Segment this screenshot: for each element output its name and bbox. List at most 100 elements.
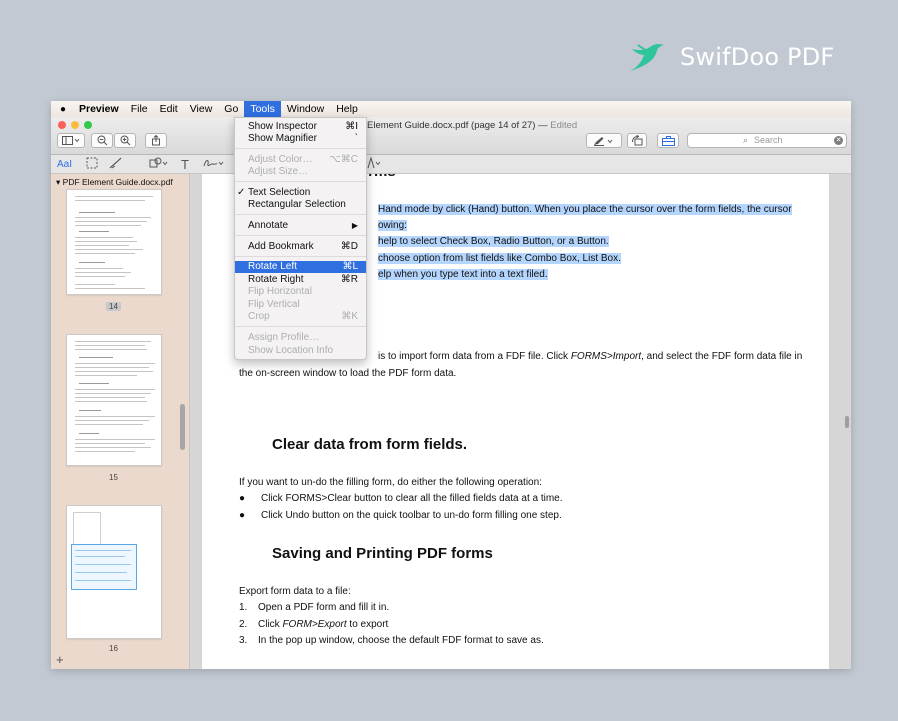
bullet-mark-1: ● bbox=[239, 493, 246, 504]
markup-toolbar-button[interactable] bbox=[586, 133, 622, 148]
menu-rotate-right[interactable]: Rotate Right ⌘R bbox=[235, 274, 366, 286]
sidebar-icon bbox=[62, 136, 80, 145]
font-style-icon[interactable] bbox=[367, 156, 381, 172]
rect-select-icon[interactable] bbox=[86, 157, 98, 172]
brand-logo: SwifDoo PDF bbox=[628, 40, 834, 74]
text-tool-button[interactable]: T bbox=[181, 157, 189, 172]
page-thumbnail-16[interactable] bbox=[66, 505, 162, 639]
swift-bird-icon bbox=[630, 43, 664, 71]
share-icon bbox=[152, 135, 160, 146]
clear-intro: If you want to un-do the filling form, d… bbox=[239, 477, 542, 488]
document-scrollbar[interactable] bbox=[845, 416, 849, 428]
menu-crop: Crop ⌘K bbox=[248, 311, 358, 322]
step-1: Open a PDF form and fill it in. bbox=[258, 602, 390, 613]
apple-logo-icon[interactable]: ● bbox=[53, 104, 73, 115]
menu-window[interactable]: Window bbox=[281, 101, 330, 117]
highlighted-line-1[interactable]: Hand mode by click (Hand) button. When y… bbox=[378, 204, 792, 215]
menu-adjust-color: Adjust Color… ⌥⌘C bbox=[248, 154, 358, 165]
sidebar-doc-header[interactable]: ▾ PDF Element Guide.docx.pdf bbox=[56, 177, 173, 188]
bullet-mark-2: ● bbox=[239, 510, 246, 521]
page-number-15: 15 bbox=[109, 473, 118, 482]
menu-show-magnifier[interactable]: Show Magnifier ` bbox=[235, 133, 366, 145]
menubar: ● Preview File Edit View Go Tools Window… bbox=[51, 101, 851, 117]
close-window-button[interactable] bbox=[58, 121, 66, 129]
zoom-in-button[interactable] bbox=[114, 133, 136, 148]
pen-icon bbox=[594, 136, 613, 146]
toolbox-icon bbox=[661, 135, 675, 146]
add-page-button[interactable]: + bbox=[56, 652, 64, 667]
menu-file[interactable]: File bbox=[125, 101, 154, 117]
search-placeholder: Search bbox=[754, 135, 783, 145]
menu-rotate-left[interactable]: Rotate Left ⌘L bbox=[235, 261, 366, 273]
menu-preview[interactable]: Preview bbox=[73, 101, 125, 117]
step-1-number: 1. bbox=[239, 602, 248, 613]
menu-show-location-info: Show Location Info bbox=[248, 345, 334, 356]
clear-search-icon[interactable]: ✕ bbox=[834, 136, 843, 145]
submenu-arrow-icon: ▶ bbox=[351, 221, 358, 230]
signature-icon[interactable] bbox=[203, 157, 225, 172]
highlighted-line-2[interactable]: owing: bbox=[378, 220, 407, 231]
brand-name: SwifDoo PDF bbox=[680, 43, 835, 71]
share-button[interactable] bbox=[145, 133, 167, 148]
menu-show-inspector[interactable]: Show Inspector ⌘I bbox=[235, 121, 366, 133]
menu-go[interactable]: Go bbox=[218, 101, 244, 117]
rotate-button[interactable] bbox=[627, 133, 647, 148]
step-3-number: 3. bbox=[239, 635, 248, 646]
step-2-number: 2. bbox=[239, 619, 248, 630]
clear-data-heading: Clear data from form fields. bbox=[272, 436, 468, 453]
page-thumbnail-15[interactable] bbox=[66, 334, 162, 466]
thumbnail-sidebar: ▾ PDF Element Guide.docx.pdf 14 15 16 + bbox=[51, 174, 189, 669]
rotate-icon bbox=[632, 135, 643, 146]
tools-menu: Show Inspector ⌘I Show Magnifier ` Adjust … bbox=[234, 117, 367, 360]
sidebar-scrollbar[interactable] bbox=[180, 404, 185, 450]
text-style-button[interactable]: AaI bbox=[57, 159, 72, 170]
toolbox-button[interactable] bbox=[657, 133, 679, 148]
menu-tools[interactable]: Tools bbox=[244, 101, 281, 117]
document-title: Element Guide.docx.pdf (page 14 of 27) bbox=[367, 120, 536, 131]
menu-flip-vertical: Flip Vertical bbox=[248, 299, 300, 310]
step-3: In the pop up window, choose the default… bbox=[258, 635, 544, 646]
import-paragraph-line-1: is to import form data from a FDF file. … bbox=[378, 351, 803, 362]
page-number-14: 14 bbox=[106, 302, 121, 311]
zoom-out-button[interactable] bbox=[91, 133, 113, 148]
sketch-icon[interactable] bbox=[109, 157, 123, 172]
export-intro: Export form data to a file: bbox=[239, 586, 351, 597]
menu-annotate[interactable]: Annotate ▶ bbox=[235, 220, 366, 232]
shapes-icon[interactable] bbox=[149, 157, 169, 172]
menu-flip-horizontal: Flip Horizontal bbox=[248, 286, 312, 297]
highlighted-line-3[interactable]: help to select Check Box, Radio Button, … bbox=[378, 236, 609, 247]
zoom-out-icon bbox=[97, 135, 107, 146]
search-field[interactable]: ⌕ Search ✕ bbox=[687, 133, 847, 148]
bullet-item-1: Click FORMS>Clear button to clear all th… bbox=[261, 493, 563, 504]
window-title: Element Guide.docx.pdf (page 14 of 27) —… bbox=[367, 120, 577, 131]
menu-view[interactable]: View bbox=[184, 101, 219, 117]
menu-text-selection[interactable]: ✓ Text Selection bbox=[235, 187, 366, 199]
zoom-in-icon bbox=[120, 135, 130, 146]
step-2: Click FORM>Export to export bbox=[258, 619, 389, 630]
menu-edit[interactable]: Edit bbox=[154, 101, 184, 117]
menu-add-bookmark[interactable]: Add Bookmark ⌘D bbox=[235, 241, 366, 253]
page-thumbnail-14[interactable] bbox=[66, 189, 162, 295]
checkmark-icon: ✓ bbox=[237, 187, 246, 198]
page-number-16: 16 bbox=[109, 644, 118, 653]
menu-assign-profile: Assign Profile… bbox=[248, 332, 320, 343]
zoom-window-button[interactable] bbox=[84, 121, 92, 129]
saving-heading: Saving and Printing PDF forms bbox=[272, 545, 493, 562]
highlighted-line-4[interactable]: choose option from list fields like Comb… bbox=[378, 253, 621, 264]
preview-window: ● Preview File Edit View Go Tools Window… bbox=[51, 101, 851, 669]
import-paragraph-line-2: the on-screen window to load the PDF for… bbox=[239, 368, 457, 379]
window-toolbar: Element Guide.docx.pdf (page 14 of 27) —… bbox=[51, 117, 851, 155]
markup-bar: AaI T bbox=[51, 155, 851, 174]
search-icon: ⌕ bbox=[743, 135, 749, 145]
sidebar-doc-name: PDF Element Guide.docx.pdf bbox=[62, 177, 173, 187]
bullet-item-2: Click Undo button on the quick toolbar t… bbox=[261, 510, 562, 521]
menu-help[interactable]: Help bbox=[330, 101, 364, 117]
title-separator: — bbox=[538, 120, 548, 131]
minimize-window-button[interactable] bbox=[71, 121, 79, 129]
disclosure-triangle-icon[interactable]: ▾ bbox=[56, 177, 60, 187]
sidebar-toggle-button[interactable] bbox=[57, 133, 85, 148]
edited-label: Edited bbox=[550, 120, 578, 131]
menu-rectangular-selection[interactable]: Rectangular Selection bbox=[235, 199, 366, 211]
menu-adjust-size: Adjust Size… bbox=[248, 166, 309, 177]
highlighted-line-5[interactable]: elp when you type text into a text filed… bbox=[378, 269, 548, 280]
